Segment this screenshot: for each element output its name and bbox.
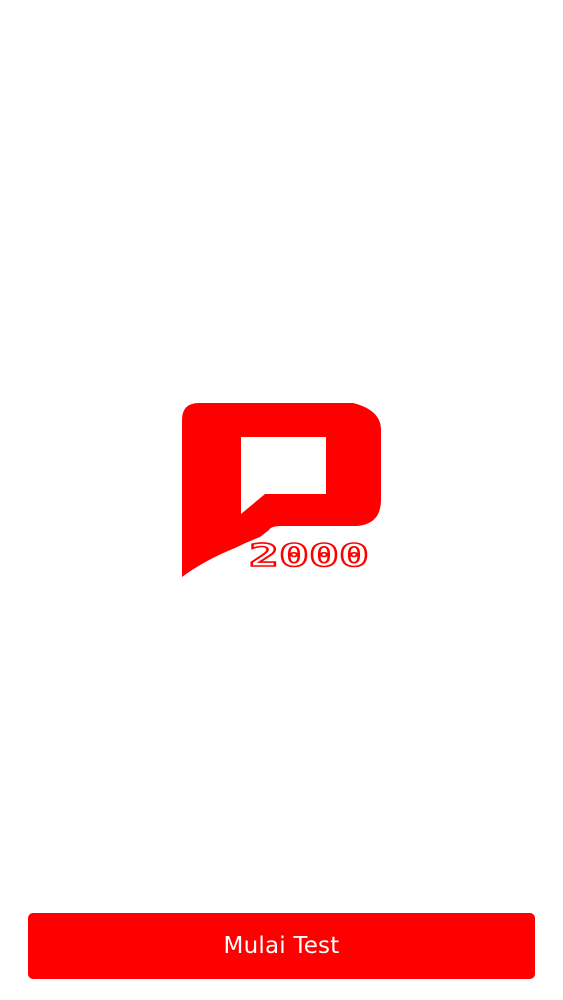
splash-screen: 2000 Mulai Test <box>0 0 563 1000</box>
app-logo: 2000 <box>181 402 382 578</box>
start-test-label: Mulai Test <box>223 933 340 959</box>
start-test-button[interactable]: Mulai Test <box>28 913 535 979</box>
logo-wordmark: 2000 <box>249 538 369 574</box>
p2000-logo-icon: 2000 <box>182 403 381 577</box>
